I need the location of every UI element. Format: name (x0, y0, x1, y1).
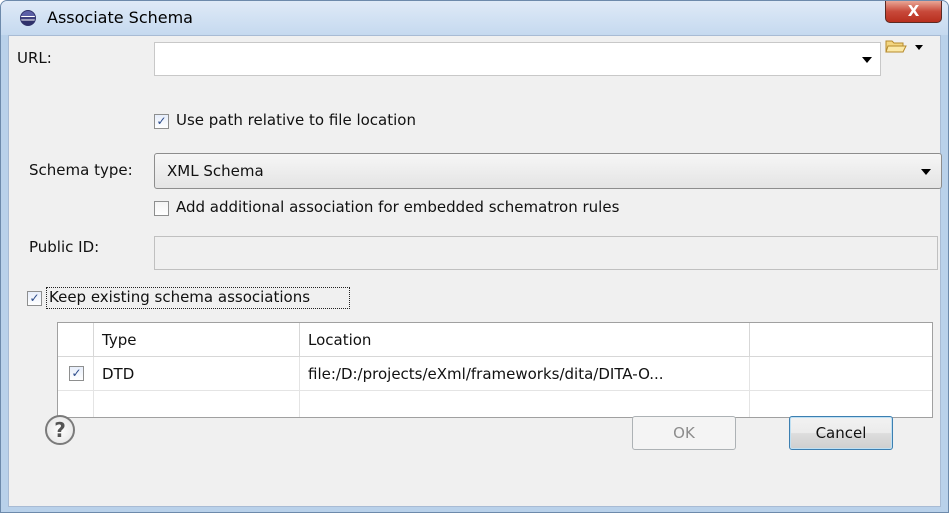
column-header-location[interactable]: Location (300, 323, 750, 357)
public-id-label: Public ID: (29, 238, 100, 256)
schema-type-arrow-icon (921, 169, 931, 175)
dialog-window: Associate Schema X URL: ✓ Use path relat… (0, 0, 949, 513)
help-icon[interactable]: ? (45, 415, 75, 445)
cancel-button[interactable]: Cancel (789, 416, 893, 450)
use-relative-checkbox[interactable]: ✓ (154, 114, 169, 129)
column-header-type[interactable]: Type (94, 323, 300, 357)
keep-existing-label: Keep existing schema associations (49, 288, 311, 306)
dialog-title: Associate Schema (47, 8, 193, 27)
empty-cell (58, 391, 94, 417)
add-schematron-checkbox[interactable] (154, 201, 169, 216)
empty-cell (750, 391, 932, 417)
associations-table[interactable]: Type Location ✓ DTD file:/D:/projects/eX… (57, 322, 933, 418)
close-button[interactable]: X (885, 1, 942, 23)
row-type-cell: DTD (94, 357, 300, 391)
title-bar[interactable]: Associate Schema (1, 1, 948, 35)
dialog-body: URL: ✓ Use path relative to file locatio… (8, 35, 942, 507)
row-filler-cell (750, 357, 932, 391)
row-check-cell[interactable]: ✓ (58, 357, 94, 391)
eclipse-icon (20, 10, 36, 26)
ok-button[interactable]: OK (632, 416, 736, 450)
row-location-cell: file:/D:/projects/eXml/frameworks/dita/D… (300, 357, 750, 391)
public-id-input[interactable] (154, 236, 938, 270)
row-checkbox[interactable]: ✓ (69, 366, 84, 381)
url-label: URL: (17, 49, 52, 67)
empty-cell (300, 391, 750, 417)
column-header-check[interactable] (58, 323, 94, 357)
column-header-filler (750, 323, 932, 357)
url-input[interactable] (154, 42, 881, 76)
add-schematron-label: Add additional association for embedded … (176, 198, 620, 216)
schema-type-select[interactable]: XML Schema (154, 153, 942, 189)
empty-cell (94, 391, 300, 417)
folder-open-icon[interactable] (885, 38, 907, 54)
use-relative-label: Use path relative to file location (176, 111, 416, 129)
browse-dropdown-arrow-icon[interactable] (915, 45, 923, 50)
schema-type-value: XML Schema (167, 162, 264, 180)
url-dropdown-arrow-icon[interactable] (862, 57, 872, 63)
keep-existing-checkbox[interactable]: ✓ (27, 291, 42, 306)
schema-type-label: Schema type: (29, 161, 133, 179)
